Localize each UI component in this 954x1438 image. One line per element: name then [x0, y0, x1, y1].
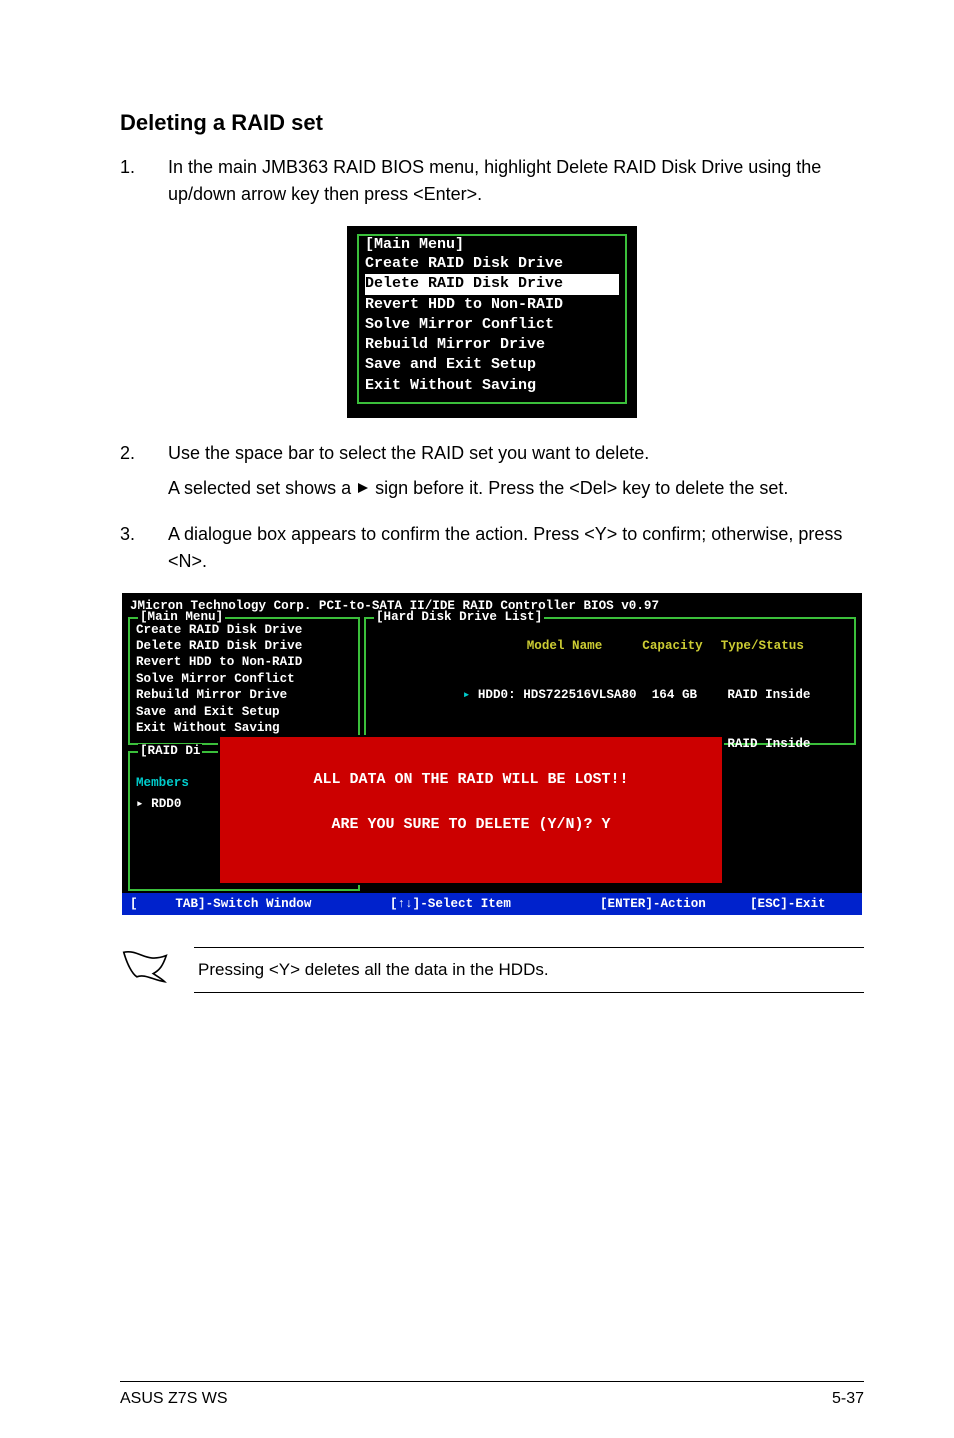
help-esc: [ESC]-Exit: [750, 897, 854, 911]
col-header-model: Model Name: [527, 639, 603, 653]
bios-menu-item: Solve Mirror Conflict: [365, 315, 619, 335]
panel-legend: [Main Menu]: [138, 610, 225, 624]
col-header-type: Type/Status: [721, 639, 804, 653]
panel-legend: [Hard Disk Drive List]: [374, 610, 544, 624]
section-title: Deleting a RAID set: [120, 110, 864, 136]
triangle-icon: [356, 476, 370, 503]
col-header-capacity: Capacity: [642, 639, 702, 653]
bios-menu-item: Create RAID Disk Drive: [136, 622, 352, 638]
note-text: Pressing <Y> deletes all the data in the…: [194, 947, 864, 993]
bios-help-bar: [ TAB]-Switch Window [↑↓]-Select Item [E…: [122, 893, 862, 915]
step-subtext: A selected set shows a: [168, 478, 356, 498]
bios-hdd-list-panel: [Hard Disk Drive List] Model NameCapacit…: [364, 617, 856, 745]
bios-menu-item: Save and Exit Setup: [136, 704, 352, 720]
bios-menu-item: Revert HDD to Non-RAID: [136, 654, 352, 670]
step-number: 2.: [120, 440, 168, 503]
step-subtext: sign before it. Press the <Del> key to d…: [375, 478, 788, 498]
note-icon: [120, 949, 170, 990]
help-select: [↑↓]-Select Item: [390, 897, 600, 911]
hdd-row: ▸ HDD0: HDS722516VLSA80 164 GB RAID Insi…: [372, 671, 848, 720]
panel-legend: [RAID Di: [138, 744, 202, 758]
footer-page-number: 5-37: [832, 1390, 864, 1408]
dialog-line: ALL DATA ON THE RAID WILL BE LOST!!: [226, 769, 716, 792]
step-text: A dialogue box appears to confirm the ac…: [168, 521, 864, 575]
help-enter: [ENTER]-Action: [600, 897, 750, 911]
bios-confirm-dialog: ALL DATA ON THE RAID WILL BE LOST!! ARE …: [220, 737, 722, 884]
bios-menu-item-selected: Delete RAID Disk Drive: [365, 274, 619, 294]
bios-screen: JMicron Technology Corp. PCI-to-SATA II/…: [122, 593, 862, 915]
bios-menu-item: Revert HDD to Non-RAID: [365, 295, 619, 315]
bios-menu-item: Exit Without Saving: [365, 376, 619, 396]
help-tab: [ TAB]-Switch Window: [130, 897, 390, 911]
bios-main-menu-panel: [Main Menu] Create RAID Disk Drive Delet…: [128, 617, 360, 745]
step-number: 3.: [120, 521, 168, 575]
bios-menu-legend: [Main Menu]: [363, 236, 466, 253]
dialog-line: ARE YOU SURE TO DELETE (Y/N)? Y: [226, 814, 716, 837]
bios-menu-item: Rebuild Mirror Drive: [365, 335, 619, 355]
bios-menu-item: Create RAID Disk Drive: [365, 254, 619, 274]
footer-product: ASUS Z7S WS: [120, 1390, 228, 1408]
bios-menu-item: Rebuild Mirror Drive: [136, 687, 352, 703]
step-text: Use the space bar to select the RAID set…: [168, 443, 649, 463]
bios-main-menu: [Main Menu] Create RAID Disk Drive Delet…: [347, 226, 637, 418]
step-text: In the main JMB363 RAID BIOS menu, highl…: [168, 154, 864, 208]
bios-menu-item: Save and Exit Setup: [365, 355, 619, 375]
bios-menu-item: Delete RAID Disk Drive: [136, 638, 352, 654]
bios-menu-item: Solve Mirror Conflict: [136, 671, 352, 687]
bios-menu-item: Exit Without Saving: [136, 720, 352, 736]
step-number: 1.: [120, 154, 168, 208]
